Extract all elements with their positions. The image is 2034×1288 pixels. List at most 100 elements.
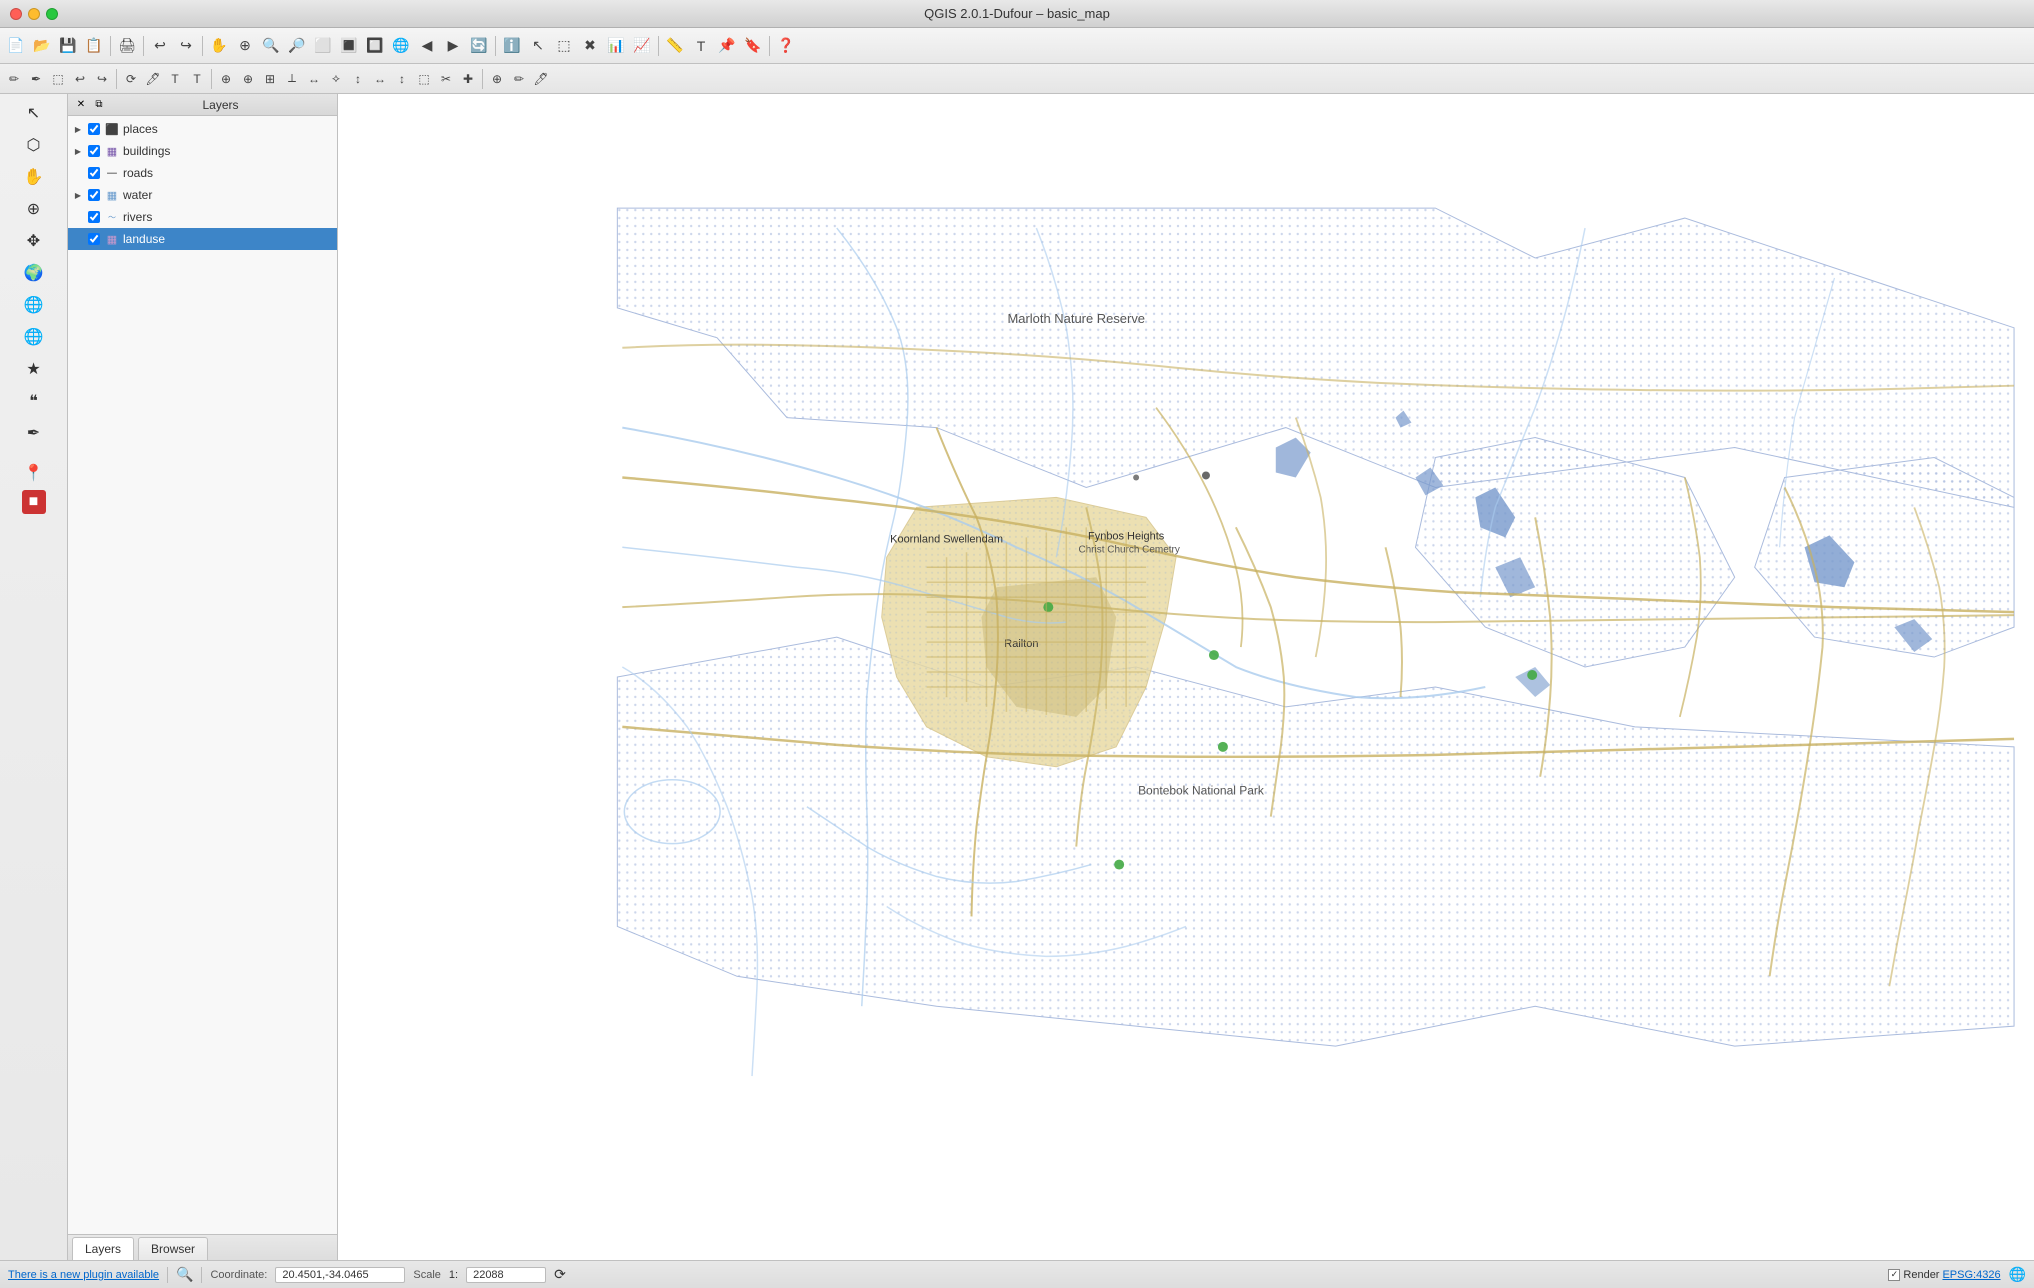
snap-8-icon[interactable]: ↔	[370, 69, 390, 89]
layers-float-icon[interactable]: ⧉	[92, 98, 106, 112]
pan-map-icon[interactable]: ✋	[16, 162, 52, 192]
save-as-icon[interactable]: 📋	[82, 34, 106, 58]
snap-7-icon[interactable]: ↕	[348, 69, 368, 89]
edit-2-icon[interactable]: ✒	[26, 69, 46, 89]
digitize-1-icon[interactable]: ⟳	[121, 69, 141, 89]
edit-4-icon[interactable]: ↩	[70, 69, 90, 89]
map-area[interactable]: Marloth Nature Reserve Koornland Swellen…	[338, 94, 2034, 1260]
annotation-icon[interactable]: T	[689, 34, 713, 58]
layer-check-buildings[interactable]	[87, 144, 101, 158]
bookmarks-icon[interactable]: 🔖	[741, 34, 765, 58]
layer-expand-rivers[interactable]: ▶	[72, 211, 84, 223]
layer-item-rivers[interactable]: ▶ 〜 rivers	[68, 206, 337, 228]
select-rect-icon[interactable]: ⬚	[552, 34, 576, 58]
pan-icon[interactable]: ✋	[207, 34, 231, 58]
open-table-icon[interactable]: 📊	[604, 34, 628, 58]
snap-2-icon[interactable]: ⊕	[238, 69, 258, 89]
open-project-icon[interactable]: 📂	[30, 34, 54, 58]
epsg-link[interactable]: EPSG:4326	[1942, 1269, 2000, 1281]
cursor-icon[interactable]: ↖	[16, 98, 52, 128]
layer-item-roads[interactable]: ▶ ━━ roads	[68, 162, 337, 184]
pan-to-selection-icon[interactable]: ⊕	[233, 34, 257, 58]
plugin-icon[interactable]: ⊕	[487, 69, 507, 89]
tab-browser[interactable]: Browser	[138, 1237, 208, 1260]
earth-icon[interactable]: 🌍	[16, 258, 52, 288]
stop-icon[interactable]: ■	[22, 490, 46, 514]
plugin-available-link[interactable]: There is a new plugin available	[8, 1269, 159, 1281]
zoom-rubber-icon[interactable]: ⬜	[311, 34, 335, 58]
snap-4-icon[interactable]: ⟂	[282, 69, 302, 89]
layer-expand-roads[interactable]: ▶	[72, 167, 84, 179]
stats-icon[interactable]: 📈	[630, 34, 654, 58]
select-icon[interactable]: ↖	[526, 34, 550, 58]
layer-item-water[interactable]: ▶ ▦ water	[68, 184, 337, 206]
help-icon[interactable]: ❓	[774, 34, 798, 58]
refresh-icon[interactable]: 🔄	[467, 34, 491, 58]
edit-3-icon[interactable]: ⬚	[48, 69, 68, 89]
zoom-full-icon[interactable]: 🌐	[389, 34, 413, 58]
node-tool-icon[interactable]: ⬡	[16, 130, 52, 160]
measure-icon[interactable]: 📏	[663, 34, 687, 58]
minimize-button[interactable]	[28, 8, 40, 20]
zoom-out-icon[interactable]: 🔎	[285, 34, 309, 58]
render-checkbox[interactable]: ✓	[1888, 1269, 1900, 1281]
scale-value[interactable]: 22088	[466, 1267, 546, 1283]
digitize-2-icon[interactable]: 🖊	[143, 69, 163, 89]
layer-item-places[interactable]: ▶ ⬛ places	[68, 118, 337, 140]
layer-expand-water[interactable]: ▶	[72, 189, 84, 201]
zoom-next-icon[interactable]: ▶	[441, 34, 465, 58]
snap-9-icon[interactable]: ↕	[392, 69, 412, 89]
undo-icon[interactable]: ↩	[148, 34, 172, 58]
new-project-icon[interactable]: 📄	[4, 34, 28, 58]
redo-icon[interactable]: ↪	[174, 34, 198, 58]
star-icon[interactable]: ★	[16, 354, 52, 384]
print-icon[interactable]: 🖨	[115, 34, 139, 58]
globe-2-icon[interactable]: 🌐	[16, 322, 52, 352]
coordinate-value[interactable]: 20.4501,-34.0465	[275, 1267, 405, 1283]
snap-12-icon[interactable]: ✚	[458, 69, 478, 89]
snap-3-icon[interactable]: ⊞	[260, 69, 280, 89]
quote-icon[interactable]: ❝	[16, 386, 52, 416]
layer-check-landuse[interactable]	[87, 232, 101, 246]
coordinate-label: Coordinate:	[210, 1269, 267, 1281]
layer-check-roads[interactable]	[87, 166, 101, 180]
snap-5-icon[interactable]: ↔	[304, 69, 324, 89]
zoom-selection-icon[interactable]: 🔳	[337, 34, 361, 58]
plugin-3-icon[interactable]: 🖊	[531, 69, 551, 89]
zoom-layer-icon[interactable]: 🔲	[363, 34, 387, 58]
identify-icon[interactable]: ℹ️	[500, 34, 524, 58]
pin-icon[interactable]: 📍	[16, 458, 52, 488]
globe-icon[interactable]: 🌐	[16, 290, 52, 320]
move-feature-icon[interactable]: ✥	[16, 226, 52, 256]
layers-close-icon[interactable]: ✕	[74, 98, 88, 112]
label-1-icon[interactable]: T	[165, 69, 185, 89]
edit-pencil-icon[interactable]: ✏	[4, 69, 24, 89]
close-button[interactable]	[10, 8, 22, 20]
tab-layers[interactable]: Layers	[72, 1237, 134, 1260]
layer-check-water[interactable]	[87, 188, 101, 202]
layer-expand-buildings[interactable]: ▶	[72, 145, 84, 157]
label-2-icon[interactable]: T	[187, 69, 207, 89]
layer-expand-landuse[interactable]: ▶	[72, 233, 84, 245]
plugin-2-icon[interactable]: ✏	[509, 69, 529, 89]
layer-check-rivers[interactable]	[87, 210, 101, 224]
edit-5-icon[interactable]: ↪	[92, 69, 112, 89]
zoom-in-icon[interactable]: 🔍	[259, 34, 283, 58]
save-project-icon[interactable]: 💾	[56, 34, 80, 58]
map-tips-icon[interactable]: 📌	[715, 34, 739, 58]
layer-item-landuse[interactable]: ▶ ▦ landuse	[68, 228, 337, 250]
window-controls[interactable]	[10, 8, 58, 20]
maximize-button[interactable]	[46, 8, 58, 20]
layer-item-buildings[interactable]: ▶ ▦ buildings	[68, 140, 337, 162]
snap-6-icon[interactable]: ⟡	[326, 69, 346, 89]
snap-10-icon[interactable]: ⬚	[414, 69, 434, 89]
zoom-last-icon[interactable]: ◀	[415, 34, 439, 58]
layer-icon-places: ⬛	[104, 121, 120, 137]
snapping-icon[interactable]: ⊕	[216, 69, 236, 89]
snap-11-icon[interactable]: ✂	[436, 69, 456, 89]
deselect-icon[interactable]: ✖	[578, 34, 602, 58]
layer-check-places[interactable]	[87, 122, 101, 136]
pen-icon[interactable]: ✒	[16, 418, 52, 448]
layer-expand-places[interactable]: ▶	[72, 123, 84, 135]
add-feature-icon[interactable]: ⊕	[16, 194, 52, 224]
